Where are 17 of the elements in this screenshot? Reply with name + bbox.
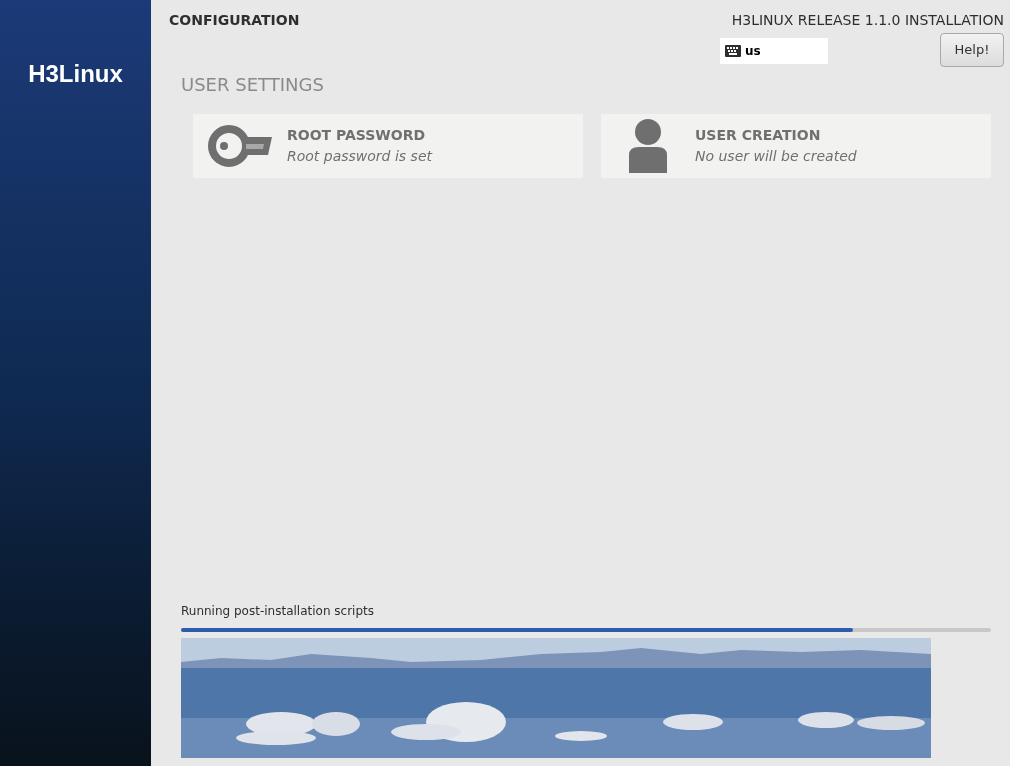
spoke-status: No user will be created [695,147,857,166]
settings-spoke[interactable]: ROOT PASSWORD Root password is set [193,114,583,178]
help-button[interactable]: Help! [940,33,1004,67]
layout-code: us [745,43,761,60]
section-title: USER SETTINGS [181,74,324,95]
logo: H3Linux [28,59,123,89]
settings-spoke[interactable]: USER CREATION No user will be created [601,114,991,178]
key-icon [208,125,272,167]
page-title: CONFIGURATION [169,11,300,30]
user-icon [627,119,669,173]
product-title: H3LINUX RELEASE 1.1.0 INSTALLATION [731,11,1004,30]
spoke-title: USER CREATION [695,126,822,145]
keyboard-icon [725,45,741,57]
spoke-title: ROOT PASSWORD [287,126,427,145]
keyboard-layout-indicator[interactable]: us [720,38,828,64]
spoke-status: Root password is set [287,147,432,166]
progress-label: Running post-installation scripts [181,604,374,618]
